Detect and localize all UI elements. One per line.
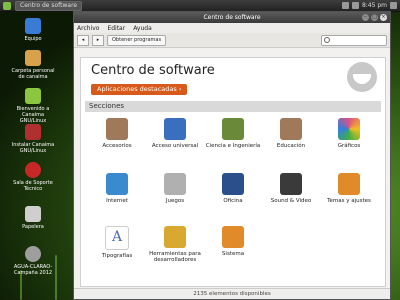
desktop-icon-welcome[interactable]: Bienvenido a Canaima GNU/Linux (10, 88, 56, 124)
power-icon[interactable] (390, 2, 397, 9)
page-title: Centro de software (91, 63, 215, 78)
desktop-icon-disc[interactable]: AGUA-CLARAO-Campaña 2012 (10, 246, 56, 276)
sound-video-icon (280, 173, 302, 195)
search-input[interactable] (321, 34, 387, 46)
trash-icon (25, 206, 41, 222)
featured-apps-button[interactable]: Aplicaciones destacadas › (91, 84, 188, 95)
desktop-icon-equipo[interactable]: Equipo (10, 18, 56, 42)
disc-icon (25, 246, 41, 262)
desktop-icon-install[interactable]: Instalar Canaima GNU/Linux (10, 124, 56, 154)
desktop-icon-support[interactable]: Sala de Soporte Técnico (10, 162, 56, 192)
graphics-icon (338, 118, 360, 140)
volume-icon[interactable] (351, 2, 359, 9)
sections-header: Secciones (85, 101, 381, 112)
software-center-window: Centro de software – □ × Archivo Editar … (73, 11, 391, 300)
themes-icon (338, 173, 360, 195)
toolbar: ◂ ▸ Obtener programas (74, 33, 390, 48)
installer-icon (25, 124, 41, 140)
category-sistema[interactable]: Sistema (205, 226, 261, 257)
forward-button[interactable]: ▸ (92, 34, 104, 46)
welcome-icon (25, 88, 41, 104)
education-icon (280, 118, 302, 140)
fonts-icon: A (105, 226, 129, 250)
menu-icon[interactable] (3, 1, 11, 10)
accessories-icon (106, 118, 128, 140)
taskbar-item[interactable]: Centro de software (15, 0, 83, 11)
system-tray: 8:45 pm (341, 2, 400, 9)
games-icon (164, 173, 186, 195)
search-icon (324, 37, 330, 43)
support-icon (25, 162, 41, 178)
system-icon (222, 226, 244, 248)
desktop-icon-home[interactable]: Carpeta personal de canaima (10, 50, 56, 80)
menubar: Archivo Editar Ayuda (74, 23, 390, 33)
back-button[interactable]: ◂ (77, 34, 89, 46)
network-icon[interactable] (341, 2, 349, 9)
folder-icon (25, 50, 41, 66)
category-internet[interactable]: Internet (89, 173, 145, 204)
category-acceso-universal[interactable]: Acceso universal (147, 118, 203, 149)
get-programs-button[interactable]: Obtener programas (107, 34, 167, 46)
minimize-icon[interactable]: – (362, 14, 369, 21)
office-icon (222, 173, 244, 195)
category-accesorios[interactable]: Accesorios (89, 118, 145, 149)
window-title: Centro de software (203, 14, 261, 21)
category-graficos[interactable]: Gráficos (321, 118, 377, 149)
category-tipografias[interactable]: A Tipografías (89, 226, 145, 259)
menu-ayuda[interactable]: Ayuda (133, 25, 152, 32)
status-bar: 2135 elementos disponibles (74, 288, 390, 299)
internet-icon (106, 173, 128, 195)
menu-editar[interactable]: Editar (107, 25, 125, 32)
clock[interactable]: 8:45 pm (362, 2, 387, 9)
category-herramientas[interactable]: Herramientas para desarrolladores (147, 226, 203, 263)
software-center-logo-icon (347, 62, 377, 92)
window-titlebar[interactable]: Centro de software – □ × (74, 12, 390, 23)
close-icon[interactable]: × (380, 14, 387, 21)
category-temas[interactable]: Temas y ajustes (321, 173, 377, 204)
science-icon (222, 118, 244, 140)
category-oficina[interactable]: Oficina (205, 173, 261, 204)
desktop-icon-trash[interactable]: Papelera (10, 206, 56, 230)
category-sound-video[interactable]: Sound & Video (263, 173, 319, 204)
window-controls: – □ × (362, 14, 387, 21)
developer-tools-icon (164, 226, 186, 248)
maximize-icon[interactable]: □ (371, 14, 378, 21)
menu-archivo[interactable]: Archivo (77, 25, 99, 32)
computer-icon (25, 18, 41, 34)
category-juegos[interactable]: Juegos (147, 173, 203, 204)
category-educacion[interactable]: Educación (263, 118, 319, 149)
category-ciencia[interactable]: Ciencia e Ingeniería (205, 118, 261, 149)
main-content: Centro de software Aplicaciones destacad… (80, 57, 386, 287)
accessibility-icon (164, 118, 186, 140)
